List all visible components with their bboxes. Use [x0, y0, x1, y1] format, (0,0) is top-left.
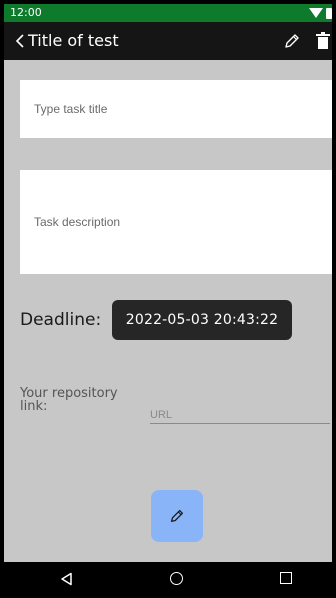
repository-url-input[interactable] — [150, 406, 330, 424]
task-title-input[interactable] — [20, 80, 332, 138]
navigation-bar — [4, 562, 332, 594]
task-description-input[interactable] — [20, 170, 332, 274]
pencil-icon — [170, 509, 184, 523]
wifi-icon — [309, 8, 323, 18]
trash-icon — [316, 32, 330, 49]
nav-recents-icon[interactable] — [280, 572, 292, 584]
delete-button[interactable] — [316, 31, 330, 51]
app-bar: Title of test — [4, 22, 332, 60]
status-bar: 12:00 — [4, 4, 332, 22]
repository-link-label: Your repository link: — [20, 386, 118, 414]
pencil-icon — [285, 34, 299, 48]
battery-icon — [326, 7, 332, 19]
nav-home-icon[interactable] — [170, 572, 183, 585]
status-icons — [309, 7, 332, 19]
deadline-picker[interactable]: 2022-05-03 20:43:22 — [112, 300, 292, 340]
edit-fab-button[interactable] — [151, 490, 203, 542]
edit-button[interactable] — [282, 31, 302, 51]
status-time: 12:00 — [10, 6, 42, 19]
deadline-value: 2022-05-03 20:43:22 — [125, 312, 279, 328]
phone-screen: 12:00 Title of test Deadl — [4, 4, 332, 594]
nav-back-icon[interactable] — [60, 572, 74, 586]
page-title: Title of test — [28, 31, 119, 50]
deadline-label: Deadline: — [20, 310, 102, 330]
